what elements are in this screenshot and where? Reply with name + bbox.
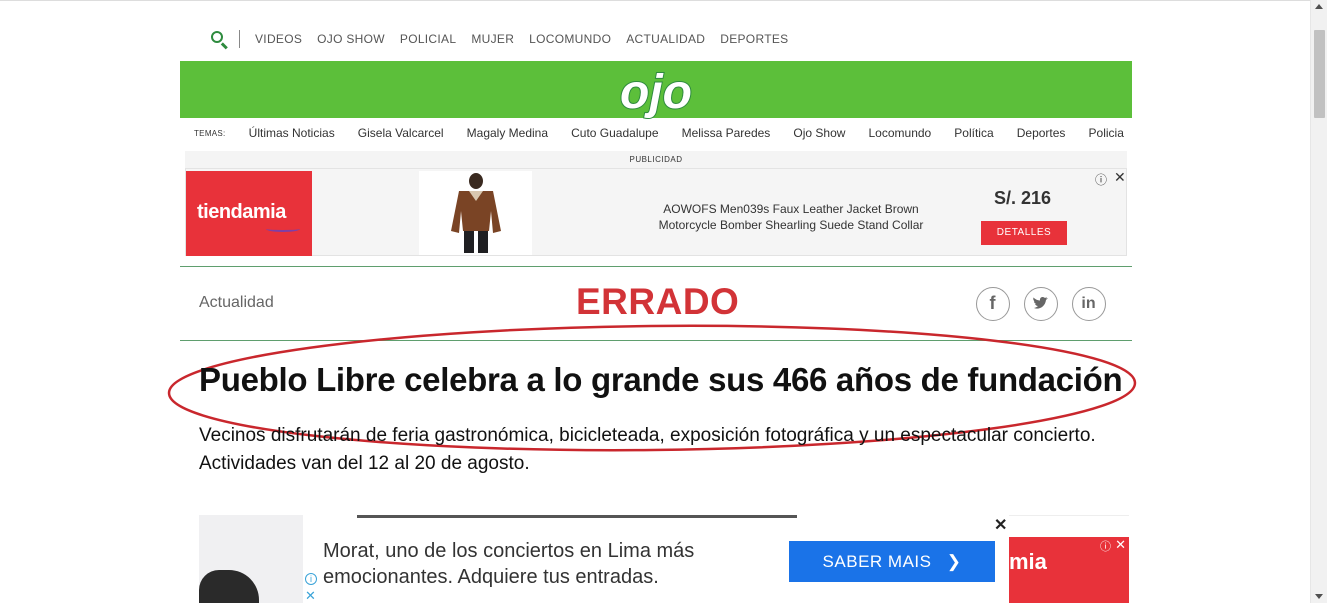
- tema-gisela-valcarcel[interactable]: Gisela Valcarcel: [358, 126, 444, 140]
- tema-deportes[interactable]: Deportes: [1017, 126, 1066, 140]
- scroll-thumb[interactable]: [1314, 30, 1325, 118]
- bottom-ad-overlay[interactable]: Morat, uno de los conciertos en Lima más…: [303, 515, 1009, 603]
- jacket-image-icon: [451, 173, 501, 253]
- tiendamia-logo[interactable]: tiendamia: [186, 171, 312, 256]
- tema-politica[interactable]: Política: [954, 126, 993, 140]
- tema-magaly-medina[interactable]: Magaly Medina: [467, 126, 548, 140]
- nav-item-deportes[interactable]: DEPORTES: [720, 32, 788, 46]
- tema-ojo-show[interactable]: Ojo Show: [793, 126, 845, 140]
- tema-policia[interactable]: Policia: [1089, 126, 1124, 140]
- facebook-icon: f: [989, 293, 996, 313]
- saber-mais-label: SABER MAIS: [822, 552, 932, 571]
- scroll-up-arrow-icon[interactable]: [1315, 4, 1323, 9]
- ad-right-tiendamia[interactable]: mia ⓘ ✕: [1009, 537, 1129, 603]
- article-headline: Pueblo Libre celebra a lo grande sus 466…: [199, 361, 1123, 398]
- ad-right-info-icon[interactable]: ⓘ: [1100, 538, 1111, 554]
- nav-item-policial[interactable]: POLICIAL: [400, 32, 456, 46]
- vertical-scrollbar[interactable]: [1310, 0, 1327, 603]
- tiendamia-smile-icon: [266, 226, 300, 232]
- nav-item-ojo-show[interactable]: OJO SHOW: [317, 32, 385, 46]
- bottom-ad-text-line2: emocionantes. Adquiere tus entradas.: [323, 566, 659, 588]
- tema-ultimas-noticias[interactable]: Últimas Noticias: [249, 126, 335, 140]
- tema-locomundo[interactable]: Locomundo: [869, 126, 932, 140]
- article-subtitle: Vecinos disfrutarán de feria gastronómic…: [199, 425, 1096, 474]
- errado-stamp: ERRADO: [576, 281, 740, 322]
- nav-item-mujer[interactable]: MUJER: [471, 32, 514, 46]
- ad-right-close-icon[interactable]: ✕: [1115, 537, 1126, 553]
- product-image[interactable]: [419, 171, 532, 255]
- temas-bar: TEMAS: Últimas Noticias Gisela Valcarcel…: [194, 124, 1124, 142]
- ojo-logo[interactable]: ojo: [610, 64, 702, 120]
- ad-description[interactable]: AOWOFS Men039s Faux Leather Jacket Brown…: [641, 201, 941, 233]
- window-top-border: [0, 0, 1310, 4]
- linkedin-share-button[interactable]: in: [1072, 287, 1106, 321]
- twitter-icon: [1025, 288, 1056, 319]
- person-silhouette: [199, 570, 259, 603]
- nav-item-locomundo[interactable]: LOCOMUNDO: [529, 32, 611, 46]
- nav-item-videos[interactable]: VIDEOS: [255, 32, 302, 46]
- saber-mais-button[interactable]: SABER MAIS ❯: [789, 541, 995, 582]
- bottom-ad-adchoices-close-icon[interactable]: ✕: [305, 588, 316, 603]
- linkedin-icon: in: [1081, 295, 1096, 312]
- facebook-share-button[interactable]: f: [976, 287, 1010, 321]
- twitter-share-button[interactable]: [1024, 287, 1058, 321]
- ad-close-icon[interactable]: ✕: [1114, 169, 1126, 186]
- bottom-ad-info-icon[interactable]: i: [305, 573, 317, 585]
- nav-item-actualidad[interactable]: ACTUALIDAD: [626, 32, 705, 46]
- bottom-ad-text[interactable]: Morat, uno de los conciertos en Lima más…: [323, 538, 768, 590]
- detalles-button[interactable]: DETALLES: [981, 221, 1067, 245]
- svg-text:ojo: ojo: [620, 66, 692, 119]
- bottom-ad-close-icon[interactable]: ✕: [994, 515, 1007, 535]
- tiendamia-partial-text: mia: [1009, 549, 1047, 574]
- tema-melissa-paredes[interactable]: Melissa Paredes: [682, 126, 771, 140]
- divider-top: [180, 266, 1132, 267]
- bottom-ad-text-line1: Morat, uno de los conciertos en Lima más: [323, 540, 695, 562]
- chevron-right-icon: ❯: [946, 552, 962, 571]
- ad-right-top: [1009, 515, 1129, 537]
- temas-label: TEMAS:: [194, 128, 226, 138]
- ad-info-icon[interactable]: ⓘ: [1095, 171, 1107, 188]
- nav-divider: [239, 30, 240, 48]
- tiendamia-text: tiendamia: [197, 201, 286, 223]
- ad-banner[interactable]: tiendamia AOWOFS Men039s Faux Leather Ja…: [185, 168, 1127, 256]
- top-navigation: VIDEOS OJO SHOW POLICIAL MUJER LOCOMUNDO…: [209, 28, 803, 50]
- section-label[interactable]: Actualidad: [199, 294, 274, 312]
- ad-price: S/. 216: [994, 188, 1052, 208]
- tema-cuto-guadalupe[interactable]: Cuto Guadalupe: [571, 126, 658, 140]
- article-image-left[interactable]: [199, 515, 303, 603]
- search-icon[interactable]: [209, 29, 229, 50]
- scroll-down-arrow-icon[interactable]: [1315, 594, 1323, 599]
- publicidad-label: PUBLICIDAD: [185, 151, 1127, 168]
